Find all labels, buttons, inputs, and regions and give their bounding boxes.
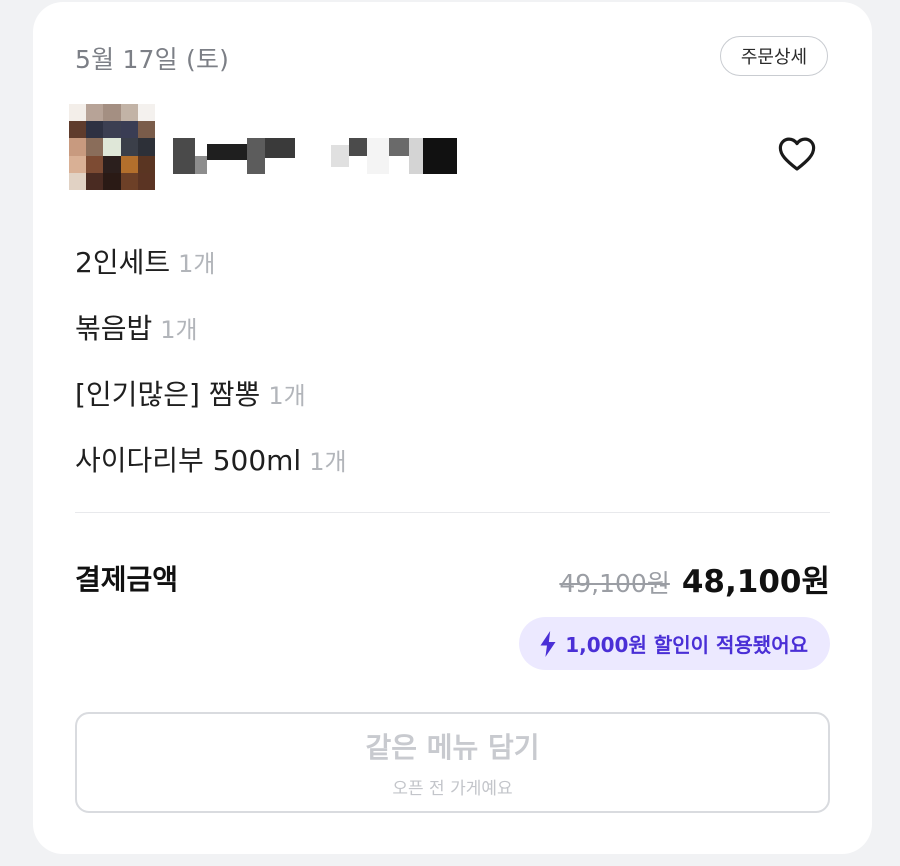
list-item: [인기많은] 짬뽕 1개	[75, 360, 347, 426]
reorder-same-menu-button[interactable]: 같은 메뉴 담기 오픈 전 가게예요	[75, 712, 830, 813]
item-name: 사이다리부 500ml	[75, 444, 302, 477]
item-name: 2인세트	[75, 246, 171, 279]
order-detail-button[interactable]: 주문상세	[720, 36, 828, 76]
item-qty: 1개	[160, 315, 198, 344]
item-qty: 1개	[178, 249, 216, 278]
order-item-list: 2인세트 1개 볶음밥 1개 [인기많은] 짬뽕 1개 사이다리부 500ml …	[75, 228, 347, 492]
list-item: 사이다리부 500ml 1개	[75, 426, 347, 492]
discount-badge: 1,000원 할인이 적용됐어요	[519, 617, 830, 670]
lightning-icon	[540, 630, 556, 657]
store-thumbnail[interactable]	[69, 104, 155, 190]
item-name: 볶음밥	[75, 312, 153, 345]
original-price: 49,100원	[559, 569, 670, 598]
divider	[75, 512, 830, 513]
list-item: 2인세트 1개	[75, 228, 347, 294]
final-price: 48,100원	[681, 564, 830, 600]
list-item: 볶음밥 1개	[75, 294, 347, 360]
item-qty: 1개	[309, 447, 347, 476]
order-card: 5월 17일 (토) 주문상세 2인세트 1개 볶음밥 1개 [인기많은] 짬뽕…	[33, 2, 872, 854]
payment-label: 결제금액	[75, 563, 179, 596]
heart-outline-icon[interactable]	[778, 136, 816, 172]
item-qty: 1개	[268, 381, 306, 410]
price-group: 49,100원 48,100원	[559, 556, 830, 601]
discount-text: 1,000원 할인이 적용됐어요	[565, 633, 808, 657]
store-name-redacted[interactable]	[173, 138, 457, 174]
order-date: 5월 17일 (토)	[75, 45, 230, 74]
reorder-subtitle: 오픈 전 가게예요	[392, 779, 513, 799]
item-name: [인기많은] 짬뽕	[75, 378, 261, 411]
reorder-title: 같은 메뉴 담기	[365, 731, 540, 764]
